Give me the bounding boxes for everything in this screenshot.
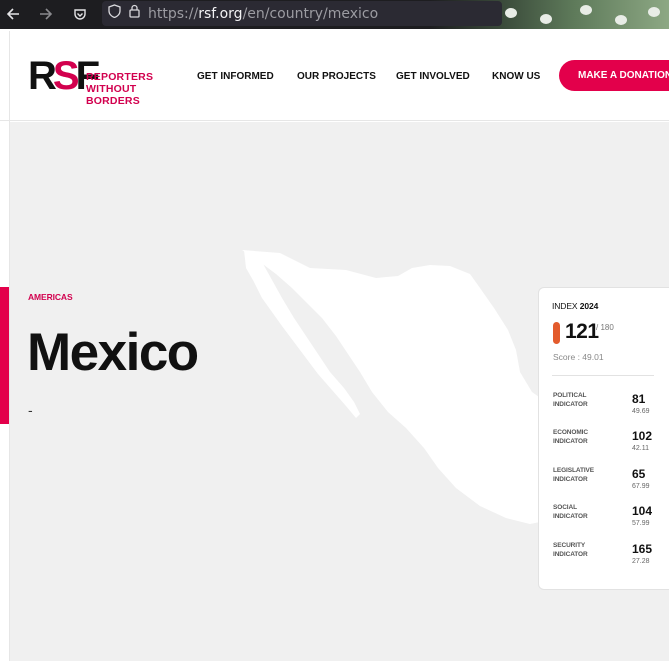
country-subtitle: -	[28, 402, 33, 418]
indicator-score: 42.11	[632, 445, 649, 452]
browser-toolbar: https://rsf.org/en/country/mexico	[0, 0, 669, 29]
lock-icon[interactable]	[129, 4, 140, 23]
indicator-score: 49.69	[632, 408, 650, 415]
social-indicator: SOCIAL INDICATOR 104 57.99	[553, 503, 663, 533]
economic-indicator: ECONOMIC INDICATOR 102 42.11	[553, 428, 663, 458]
indicator-rank: 102	[632, 429, 653, 443]
nav-get-informed[interactable]: GET INFORMED	[197, 71, 274, 82]
nav-know-us[interactable]: KNOW US	[492, 71, 540, 82]
legislative-indicator: LEGISLATIVE INDICATOR 65 67.99	[553, 466, 663, 496]
press-freedom-index-card: INDEX 2024 121 / 180 Score : 49.01 POLIT…	[538, 287, 669, 590]
indicator-label: SECURITY INDICATOR	[553, 542, 588, 558]
indicator-score: 57.99	[632, 520, 650, 527]
rsf-logo[interactable]: RSF REPORTERS WITHOUT BORDERS	[28, 56, 183, 107]
address-bar[interactable]: https://rsf.org/en/country/mexico	[102, 1, 502, 26]
indicator-label: ECONOMIC INDICATOR	[553, 429, 588, 445]
political-indicator: POLITICAL INDICATOR 81 49.69	[553, 391, 663, 421]
theme-flower	[648, 7, 660, 17]
theme-flower	[540, 14, 552, 24]
donate-button[interactable]: MAKE A DONATION	[559, 60, 669, 91]
nav-get-involved[interactable]: GET INVOLVED	[396, 71, 470, 82]
logo-wordmark: REPORTERS WITHOUT BORDERS	[86, 71, 154, 107]
pocket-icon[interactable]	[69, 4, 91, 24]
security-indicator: SECURITY INDICATOR 165 27.28	[553, 541, 663, 571]
shield-icon[interactable]	[108, 4, 121, 23]
indicator-label: POLITICAL INDICATOR	[553, 392, 588, 408]
rank-color-indicator	[553, 322, 560, 344]
indicator-rank: 81	[632, 392, 646, 406]
indicator-label: LEGISLATIVE INDICATOR	[553, 467, 595, 483]
nav-our-projects[interactable]: OUR PROJECTS	[297, 71, 376, 82]
indicator-rank: 65	[632, 467, 646, 481]
country-title: Mexico	[27, 323, 199, 382]
theme-flower	[615, 15, 627, 25]
indicator-score: 27.28	[632, 558, 650, 565]
theme-flower	[505, 8, 517, 18]
arrow-right-icon[interactable]	[35, 4, 57, 24]
global-rank: 121	[565, 320, 599, 343]
global-score: Score : 49.01	[553, 352, 604, 362]
rank-total: / 180	[596, 323, 614, 332]
indicator-score: 67.99	[632, 483, 650, 490]
region-label[interactable]: AMERICAS	[28, 292, 73, 302]
index-title: INDEX 2024	[552, 301, 599, 311]
indicator-rank: 104	[632, 504, 653, 518]
indicator-rank: 165	[632, 542, 653, 556]
accent-bar	[0, 287, 9, 424]
site-header: RSF REPORTERS WITHOUT BORDERS GET INFORM…	[0, 31, 669, 121]
card-divider	[552, 375, 654, 376]
arrow-left-icon[interactable]	[2, 4, 24, 24]
theme-flower	[580, 5, 592, 15]
indicator-label: SOCIAL INDICATOR	[553, 504, 588, 520]
url-text: https://rsf.org/en/country/mexico	[148, 5, 379, 22]
